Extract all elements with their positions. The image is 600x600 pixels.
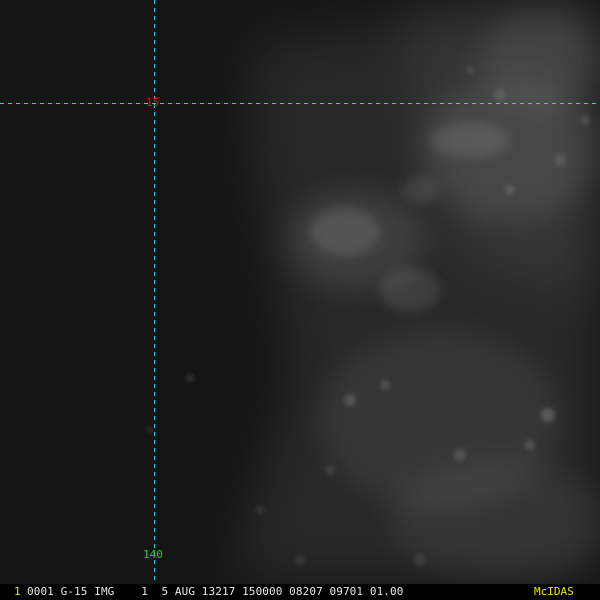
latitude-label: 15 <box>146 96 160 109</box>
satellite-image: 15 140 1 0001 G-15 IMG 1 5 AUG 13217 150… <box>0 0 600 600</box>
image-metadata-text: 0001 G-15 IMG 1 5 AUG 13217 150000 08207… <box>27 585 404 598</box>
frame-number: 1 <box>14 585 21 598</box>
longitude-label: 140 <box>143 548 163 561</box>
image-caption-bar: 1 0001 G-15 IMG 1 5 AUG 13217 150000 082… <box>0 584 600 600</box>
mcidas-logo-text: McIDAS <box>534 585 574 598</box>
cloud-imagery <box>0 0 600 584</box>
